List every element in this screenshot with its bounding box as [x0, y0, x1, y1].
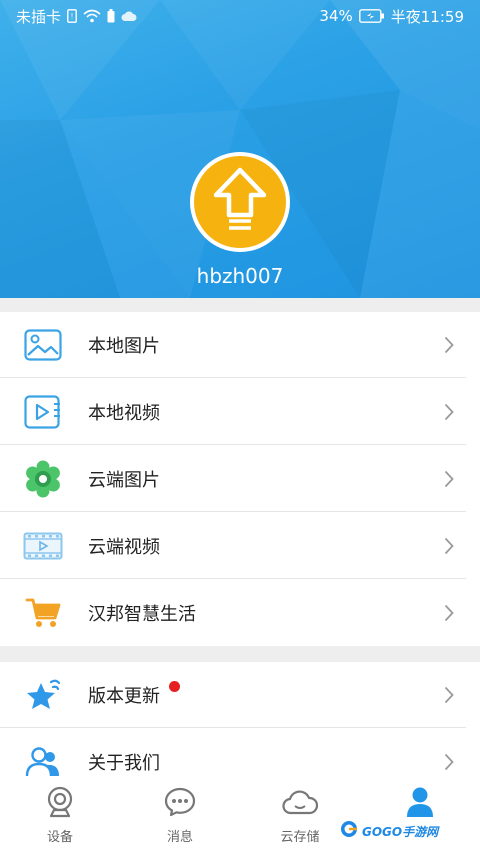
menu-item-version-update[interactable]: 版本更新: [0, 662, 480, 728]
chevron-right-icon: [444, 604, 454, 626]
menu-item-local-pictures[interactable]: 本地图片: [0, 312, 480, 378]
cart-icon: [22, 592, 64, 634]
watermark-text: GOGO手游网: [362, 824, 439, 839]
update-badge: [169, 681, 180, 692]
picture-icon: [22, 324, 64, 366]
upload-arrow-icon: [210, 165, 270, 239]
logo-icon: [340, 820, 360, 842]
menu-item-label: 关于我们: [88, 753, 160, 774]
battery-icon: [358, 9, 385, 23]
video-file-icon: [22, 391, 64, 433]
battery-warning-icon: [107, 9, 115, 23]
clock: 半夜11:59: [390, 7, 464, 26]
flower-icon: [22, 458, 64, 500]
menu-item-label: 版本更新: [88, 686, 160, 707]
chevron-right-icon: [444, 403, 454, 425]
tab-profile[interactable]: [360, 780, 480, 853]
avatar-inner: [194, 156, 286, 248]
menu-item-label: 本地图片: [88, 336, 160, 357]
menu-item-cloud-pictures[interactable]: 云端图片: [0, 446, 480, 512]
tab-messages[interactable]: 消息: [120, 780, 240, 853]
divider: [0, 511, 466, 512]
svg-text:!: !: [71, 12, 73, 21]
chat-icon: [164, 786, 196, 822]
person-icon: [405, 786, 435, 822]
cloud-status-icon: [121, 10, 137, 22]
tab-devices[interactable]: 设备: [0, 780, 120, 853]
chevron-right-icon: [444, 537, 454, 559]
wifi-icon: [83, 9, 101, 23]
tab-label: 设备: [46, 830, 73, 845]
tab-label: 消息: [166, 830, 193, 845]
divider: [0, 727, 466, 728]
status-bar: 未插卡 ! 34% 半夜11:59: [0, 0, 480, 32]
section-spacer: [0, 646, 480, 662]
watermark-logo: GOGO手游网: [340, 820, 440, 842]
cloud-icon: [282, 786, 319, 822]
menu-item-label: 云端图片: [88, 470, 160, 491]
avatar[interactable]: [190, 152, 290, 252]
star-icon: [22, 674, 64, 716]
section-spacer: [0, 298, 480, 312]
menu-item-local-videos[interactable]: 本地视频: [0, 379, 480, 445]
chevron-right-icon: [444, 686, 454, 708]
menu-item-hanbang-smart-life[interactable]: 汉邦智慧生活: [0, 580, 480, 646]
chevron-right-icon: [444, 753, 454, 775]
tab-cloud-storage[interactable]: 云存储: [240, 780, 360, 853]
divider: [0, 444, 466, 445]
tab-label: 云存储: [280, 830, 320, 845]
menu-item-label: 汉邦智慧生活: [88, 604, 196, 625]
divider: [0, 377, 466, 378]
film-icon: [22, 525, 64, 567]
no-sim-icon: !: [67, 9, 77, 23]
username: hbzh007: [196, 264, 284, 288]
menu-item-label: 本地视频: [88, 403, 160, 424]
people-icon: [22, 741, 64, 783]
divider: [0, 578, 466, 579]
bottom-tab-bar: 设备 消息 云存储: [0, 780, 480, 853]
header-background: [0, 0, 480, 298]
menu-item-cloud-videos[interactable]: 云端视频: [0, 513, 480, 579]
profile-header: [0, 0, 480, 298]
menu-item-label: 云端视频: [88, 537, 160, 558]
sim-status-text: 未插卡: [16, 7, 62, 26]
chevron-right-icon: [444, 470, 454, 492]
camera-icon: [45, 786, 75, 822]
chevron-right-icon: [444, 336, 454, 358]
battery-percent: 34%: [319, 7, 353, 25]
